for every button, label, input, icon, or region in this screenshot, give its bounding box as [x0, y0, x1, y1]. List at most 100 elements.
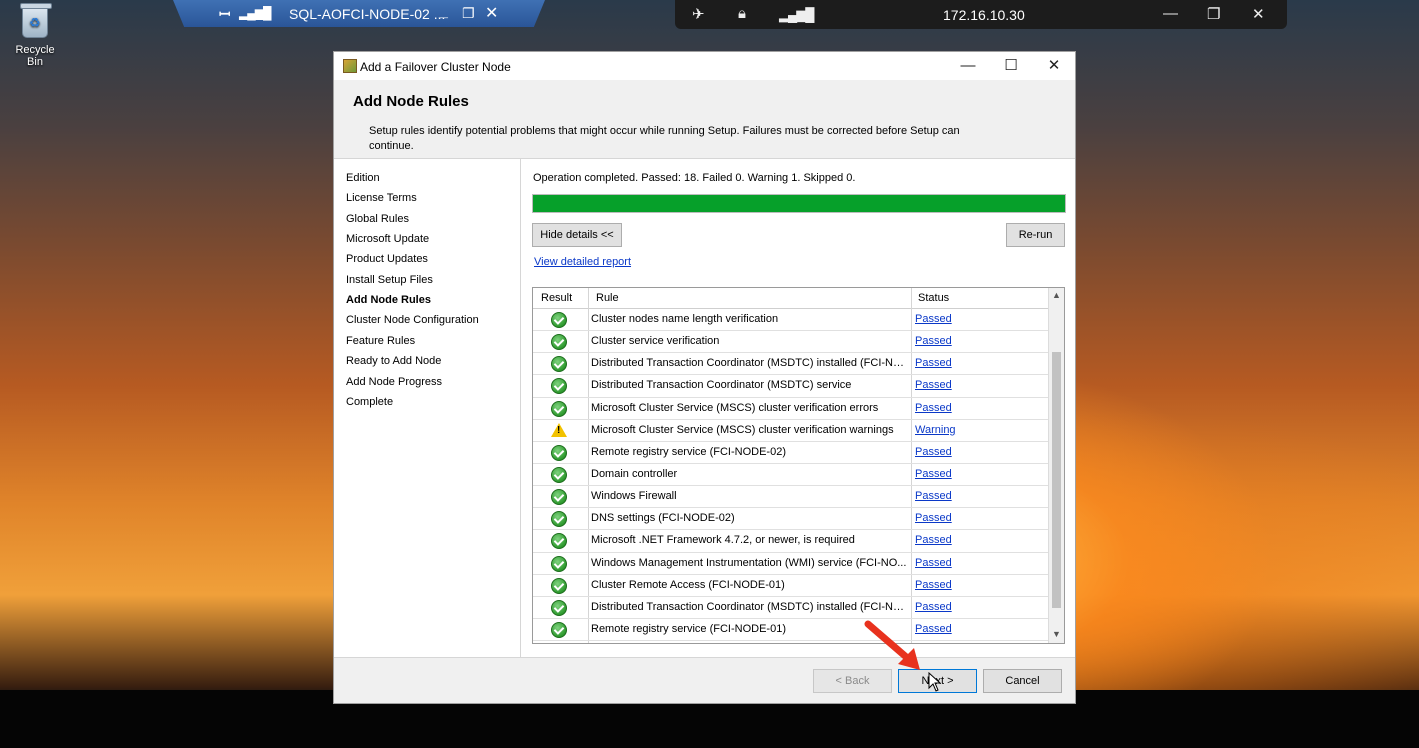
table-row[interactable]: Distributed Transaction Coordinator (MSD… — [533, 597, 1049, 619]
column-header-result[interactable]: Result — [541, 292, 572, 304]
rules-content: Operation completed. Passed: 18. Failed … — [522, 159, 1075, 657]
rule-name: Distributed Transaction Coordinator (MSD… — [591, 357, 909, 370]
table-row[interactable]: Microsoft Cluster Service (MSCS) cluster… — [533, 398, 1049, 420]
cancel-button[interactable]: Cancel — [983, 669, 1062, 693]
restore-icon[interactable]: ❐ — [1207, 5, 1220, 23]
rule-status-link[interactable]: Passed — [915, 357, 952, 369]
check-circle-icon — [551, 378, 567, 395]
rule-status-link[interactable]: Passed — [915, 335, 952, 347]
rule-name: Cluster service verification — [591, 335, 720, 348]
recycle-bin[interactable]: ♻ Recycle Bin — [6, 3, 64, 68]
column-header-rule[interactable]: Rule — [596, 292, 619, 304]
nav-item-complete: Complete — [346, 395, 394, 408]
rule-name: Domain controller — [591, 467, 678, 480]
rdp-connection-bar[interactable]: ꟷ ▂▄▆█ SQL-AOFCI-NODE-02 ... _ ❐ ✕ — [173, 0, 545, 27]
rule-status-link[interactable]: Passed — [915, 512, 952, 524]
warning-triangle-icon — [551, 422, 567, 437]
table-row[interactable]: Windows Firewall Passed — [533, 486, 1049, 509]
table-row[interactable]: Microsoft Cluster Service (MSCS) cluster… — [533, 420, 1049, 442]
page-description: Setup rules identify potential problems … — [369, 125, 960, 152]
setup-app-icon — [343, 59, 357, 73]
rule-status-link[interactable]: Passed — [915, 623, 952, 635]
window-titlebar[interactable]: Add a Failover Cluster Node — ☐ ✕ — [334, 52, 1075, 80]
rule-status-link[interactable]: Warning — [915, 424, 956, 436]
rule-name: Distributed Transaction Coordinator (MSD… — [591, 600, 909, 613]
nav-item-ready-to-add-node: Ready to Add Node — [346, 355, 442, 368]
rule-name: Remote registry service (FCI-NODE-01) — [591, 622, 786, 635]
table-row[interactable]: Windows Management Instrumentation (WMI)… — [533, 553, 1049, 575]
rule-status-link[interactable]: Passed — [915, 534, 952, 546]
rule-name: DNS settings (FCI-NODE-02) — [591, 512, 735, 525]
check-circle-icon — [551, 444, 567, 461]
rule-status-link[interactable]: Passed — [915, 313, 952, 325]
nav-item-microsoft-update: Microsoft Update — [346, 233, 430, 246]
close-icon[interactable]: ✕ — [1252, 5, 1265, 23]
scrollbar-thumb[interactable] — [1052, 352, 1061, 608]
page-header: Add Node Rules Setup rules identify pote… — [334, 80, 1075, 159]
check-circle-icon — [551, 555, 567, 572]
close-icon[interactable]: ✕ — [485, 3, 498, 23]
check-circle-icon — [551, 533, 567, 550]
unpin-icon[interactable]: ✈ — [692, 5, 705, 23]
rule-status-link[interactable]: Passed — [915, 468, 952, 480]
pin-icon[interactable]: ꟷ — [219, 5, 230, 24]
table-row[interactable]: Domain controller Passed — [533, 464, 1049, 487]
column-header-status[interactable]: Status — [918, 292, 949, 304]
table-row[interactable]: Distributed Transaction Coordinator (MSD… — [533, 353, 1049, 376]
restore-icon[interactable]: ❐ — [462, 5, 475, 22]
check-circle-icon — [551, 400, 567, 417]
rule-status-link[interactable]: Passed — [915, 601, 952, 613]
rule-name: Distributed Transaction Coordinator (MSD… — [591, 379, 852, 392]
grid-header: Result Rule Status — [533, 288, 1049, 309]
progress-bar-fill — [533, 195, 1065, 212]
table-row[interactable]: Microsoft .NET Framework 4.7.2, or newer… — [533, 530, 1049, 553]
nav-item-add-node-rules: Add Node Rules — [346, 294, 431, 307]
back-button[interactable]: < Back — [813, 669, 892, 693]
rule-status-link[interactable]: Passed — [915, 490, 952, 502]
signal-icon: ▂▄▆█ — [239, 6, 271, 20]
rule-status-link[interactable]: Passed — [915, 579, 952, 591]
step-navigation: Edition License Terms Global Rules Microsof… — [334, 159, 521, 657]
view-detailed-report-link[interactable]: View detailed report — [534, 256, 631, 268]
table-row[interactable]: Cluster Remote Access (FCI-NODE-01) Passe… — [533, 575, 1049, 597]
maximize-icon[interactable]: ☐ — [996, 56, 1026, 76]
table-row[interactable]: Cluster nodes name length verification Pa… — [533, 309, 1049, 332]
nav-item-install-setup-files: Install Setup Files — [346, 273, 433, 286]
nav-item-product-updates: Product Updates — [346, 253, 428, 266]
vertical-scrollbar[interactable]: ▲ ▼ — [1048, 288, 1064, 643]
check-circle-icon — [551, 466, 567, 483]
rule-status-link[interactable]: Passed — [915, 446, 952, 458]
scroll-up-icon[interactable]: ▲ — [1052, 290, 1061, 300]
rule-name: Windows Management Instrumentation (WMI)… — [591, 556, 907, 569]
nav-item-license-terms: License Terms — [346, 192, 417, 205]
nav-item-add-node-progress: Add Node Progress — [346, 375, 442, 388]
rule-status-link[interactable]: Passed — [915, 402, 952, 414]
check-circle-icon — [551, 577, 567, 594]
rerun-button[interactable]: Re-run — [1006, 223, 1065, 247]
minimize-icon[interactable]: — — [1163, 5, 1178, 22]
rdp-title: SQL-AOFCI-NODE-02 ... — [289, 6, 446, 22]
table-row[interactable]: Cluster service verification Passed — [533, 331, 1049, 354]
minimize-icon[interactable]: _ — [439, 3, 448, 21]
nav-item-edition: Edition — [346, 172, 380, 184]
table-row[interactable]: Distributed Transaction Coordinator (MSD… — [533, 375, 1049, 398]
next-button[interactable]: Next > — [898, 669, 977, 693]
check-circle-icon — [551, 334, 567, 351]
hide-details-button[interactable]: Hide details << — [532, 223, 622, 247]
lock-icon[interactable]: 🔒︎ — [738, 5, 746, 22]
minimize-icon[interactable]: — — [953, 56, 983, 76]
operation-summary: Operation completed. Passed: 18. Failed … — [533, 172, 856, 184]
nav-item-feature-rules: Feature Rules — [346, 334, 416, 347]
table-row[interactable]: Remote registry service (FCI-NODE-02) Pas… — [533, 442, 1049, 464]
remote-toolbar: ✈ 🔒︎ ▂▄▆█ 172.16.10.30 — ❐ ✕ — [675, 0, 1287, 29]
check-circle-icon — [551, 621, 567, 638]
scroll-down-icon[interactable]: ▼ — [1052, 629, 1061, 639]
rule-status-link[interactable]: Passed — [915, 379, 952, 391]
table-row[interactable]: DNS settings (FCI-NODE-02) Passed — [533, 508, 1049, 531]
rules-grid: Result Rule Status Cluster nodes name le… — [532, 287, 1065, 644]
close-icon[interactable]: ✕ — [1039, 56, 1069, 76]
table-row[interactable]: Remote registry service (FCI-NODE-01) Pas… — [533, 619, 1049, 642]
rule-status-link[interactable]: Passed — [915, 557, 952, 569]
rule-name: Microsoft Cluster Service (MSCS) cluster… — [591, 423, 894, 436]
rule-name: Remote registry service (FCI-NODE-02) — [591, 445, 786, 458]
